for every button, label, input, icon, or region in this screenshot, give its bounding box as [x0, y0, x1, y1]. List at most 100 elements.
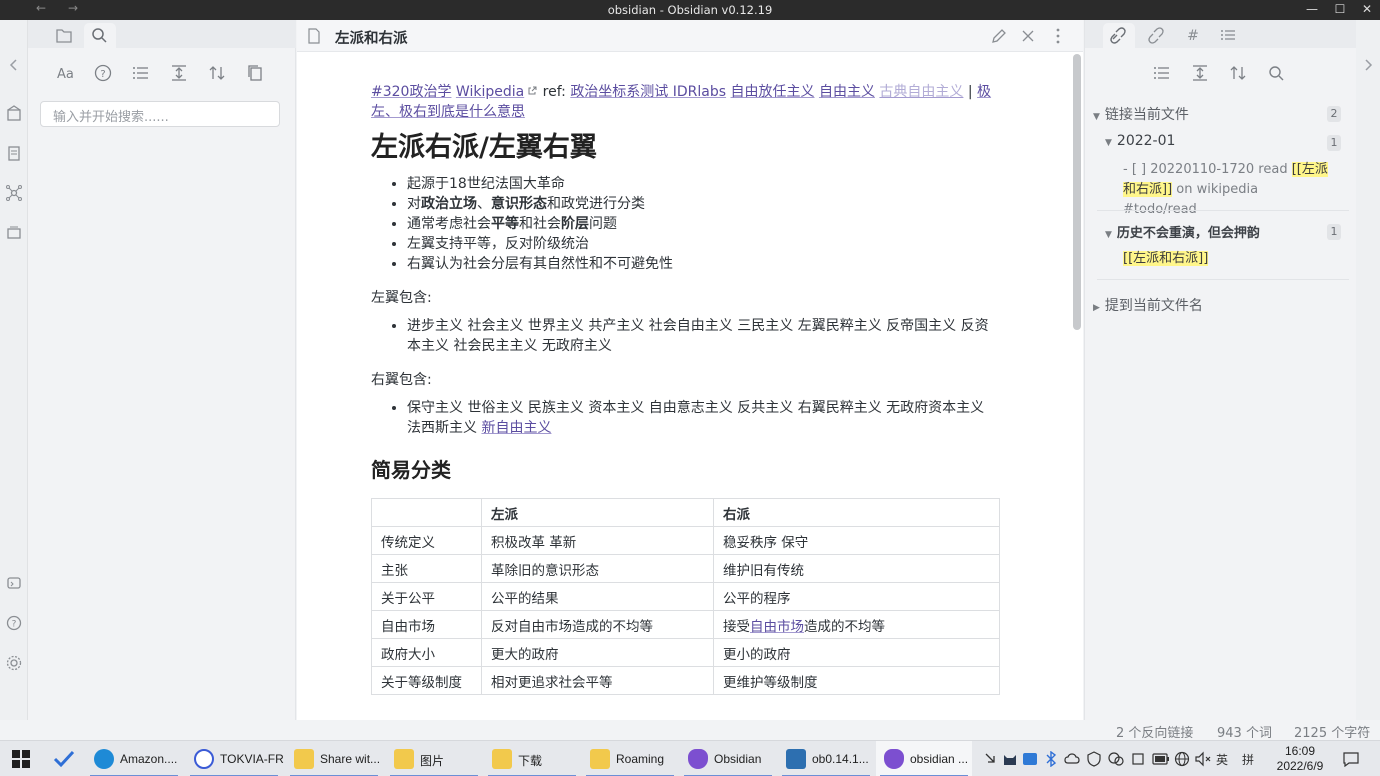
left-includes-label: 左翼包含: — [371, 290, 432, 306]
file-explorer-tab-icon[interactable] — [48, 23, 80, 48]
internal-link[interactable]: 自由放任主义 — [731, 84, 815, 100]
file-title[interactable]: 左派和右派 — [335, 27, 408, 48]
daily-notes-icon[interactable] — [5, 144, 23, 162]
minimize-button[interactable]: — — [1302, 2, 1322, 16]
cloud-icon[interactable] — [1064, 751, 1080, 767]
command-palette-icon[interactable] — [5, 574, 23, 592]
table-cell: 积极改革 革新 — [481, 526, 714, 555]
maximize-button[interactable]: ☐ — [1330, 2, 1350, 16]
cat-tray-icon[interactable] — [1002, 751, 1018, 767]
collapse-results-icon[interactable] — [1151, 63, 1173, 83]
taskbar-item-obsidian-active[interactable]: obsidian ... — [876, 741, 972, 776]
battery-icon[interactable] — [1152, 753, 1170, 765]
bluetooth-icon[interactable] — [1044, 751, 1058, 767]
left-sidebar: Aa ? 输入并开始搜索...... — [28, 20, 296, 720]
svg-text:?: ? — [100, 69, 105, 80]
heading-1: 左派右派/左翼右翼 — [371, 132, 597, 163]
pipe-separator: | — [967, 84, 973, 100]
close-tab-icon[interactable] — [1019, 27, 1037, 45]
match-case-icon[interactable]: Aa — [55, 63, 77, 83]
backlinks-tab-icon[interactable] — [1103, 23, 1135, 48]
list-item: 保守主义 世俗主义 民族主义 资本主义 自由意志主义 反共主义 右翼民粹主义 无… — [407, 398, 1001, 438]
word-count: 943 个词 — [1217, 726, 1272, 741]
notification-icon[interactable] — [1342, 751, 1360, 767]
divider — [1097, 279, 1349, 280]
group2-header[interactable]: ▼ 历史不会重演，但会押韵 — [1105, 222, 1260, 241]
taskbar-item-obsidian[interactable]: Obsidian — [680, 741, 776, 776]
table-row: 传统定义 积极改革 革新 稳妥秩序 保守 — [371, 526, 1000, 555]
wikipedia-link[interactable]: Wikipedia — [456, 84, 524, 100]
internal-link[interactable]: 政治坐标系测试 IDRlabs — [570, 84, 726, 100]
taskbar-item-edge[interactable]: Amazon.... — [86, 741, 182, 776]
screenshot-tray-icon[interactable] — [1022, 751, 1038, 767]
help-icon[interactable]: ? — [5, 614, 23, 632]
editor-scrollbar[interactable] — [1073, 54, 1081, 330]
taskbar-item-tokvia[interactable]: TOKVIA-FR — [186, 741, 284, 776]
wechat-icon[interactable] — [1108, 751, 1124, 767]
search-input[interactable]: 输入并开始搜索...... — [40, 101, 280, 127]
sort-icon[interactable] — [1227, 63, 1249, 83]
close-window-button[interactable]: ✕ — [1357, 2, 1377, 16]
volume-muted-icon[interactable] — [1194, 751, 1212, 767]
outline-tab-icon[interactable] — [1213, 23, 1245, 48]
group1-reference[interactable]: - [ ] 20220110-1720 read [[左派和右派]] on wi… — [1123, 160, 1335, 220]
group1-header[interactable]: ▼ 2022-01 — [1105, 133, 1175, 149]
search-tab-icon[interactable] — [84, 23, 116, 48]
collapse-left-chevron-icon[interactable] — [5, 56, 23, 74]
usb-icon[interactable] — [1130, 751, 1146, 767]
slides-icon[interactable] — [5, 224, 23, 242]
list-item: 对政治立场、意识形态和政党进行分类 — [407, 194, 1001, 214]
ime-language-indicator[interactable]: 英 — [1216, 751, 1228, 768]
group2-reference[interactable]: [[左派和右派]] — [1123, 249, 1209, 269]
linked-count-badge: 2 — [1327, 106, 1341, 122]
group1-count-badge: 1 — [1327, 135, 1341, 151]
show-more-context-icon[interactable] — [1189, 63, 1211, 83]
settings-gear-icon[interactable] — [5, 654, 23, 672]
taskbar-item-pictures[interactable]: 图片 — [386, 741, 482, 776]
open-vault-icon[interactable] — [5, 104, 23, 122]
linked-mentions-header[interactable]: ▼ 链接当前文件 — [1093, 104, 1189, 124]
collapse-results-icon[interactable] — [130, 63, 152, 83]
tags-tab-icon[interactable]: # — [1177, 23, 1209, 48]
edit-pencil-icon[interactable] — [990, 27, 1008, 45]
more-options-icon[interactable] — [1049, 27, 1067, 45]
collapsed-triangle-icon: ▶ — [1093, 303, 1100, 313]
sort-icon[interactable] — [206, 63, 228, 83]
file-icon — [308, 28, 320, 44]
internal-link[interactable]: 自由主义 — [819, 84, 875, 100]
taskbar-item-share[interactable]: Share wit... — [286, 741, 382, 776]
divider — [1097, 210, 1349, 211]
system-clock[interactable]: 16:09 2022/6/9 — [1272, 744, 1328, 774]
search-filter-icon[interactable] — [1265, 63, 1287, 83]
tray-arrow-icon[interactable] — [984, 752, 996, 766]
outgoing-links-tab-icon[interactable] — [1141, 23, 1173, 48]
table-cell: 关于公平 — [371, 582, 482, 611]
folder-icon — [294, 749, 314, 769]
unresolved-link[interactable]: 古典自由主义 — [879, 84, 963, 100]
tag-link[interactable]: #320政治学 — [371, 84, 451, 100]
taskbar-item-downloads[interactable]: 下载 — [484, 741, 580, 776]
collapse-right-chevron-icon[interactable] — [1360, 56, 1376, 74]
internal-link[interactable]: 自由市场 — [750, 619, 804, 635]
clock-date: 2022/6/9 — [1276, 759, 1324, 773]
table-cell: 公平的程序 — [713, 582, 1000, 611]
svg-text:?: ? — [12, 620, 17, 630]
network-globe-icon[interactable] — [1174, 751, 1190, 767]
windows-start-icon[interactable] — [12, 750, 30, 768]
explain-search-icon[interactable]: ? — [92, 63, 114, 83]
internal-link[interactable]: 新自由主义 — [481, 420, 551, 436]
ime-mode-indicator[interactable]: 拼 — [1242, 751, 1254, 768]
unlinked-mentions-header[interactable]: ▶ 提到当前文件名 — [1093, 295, 1203, 315]
show-more-context-icon[interactable] — [168, 63, 190, 83]
table-cell: 更大的政府 — [481, 638, 714, 667]
todo-check-icon[interactable] — [52, 749, 76, 769]
table-cell: 反对自由市场造成的不均等 — [481, 610, 714, 639]
note-content: #320政治学 Wikipedia ref: 政治坐标系测试 IDRlabs 自… — [371, 82, 1001, 695]
table-header — [371, 498, 482, 527]
table-cell: 公平的结果 — [481, 582, 714, 611]
security-shield-icon[interactable] — [1086, 751, 1102, 767]
graph-view-icon[interactable] — [5, 184, 23, 202]
taskbar-item-roaming[interactable]: Roaming — [582, 741, 678, 776]
copy-results-icon[interactable] — [244, 63, 266, 83]
taskbar-item-ob-image[interactable]: ob0.14.1... — [778, 741, 874, 776]
